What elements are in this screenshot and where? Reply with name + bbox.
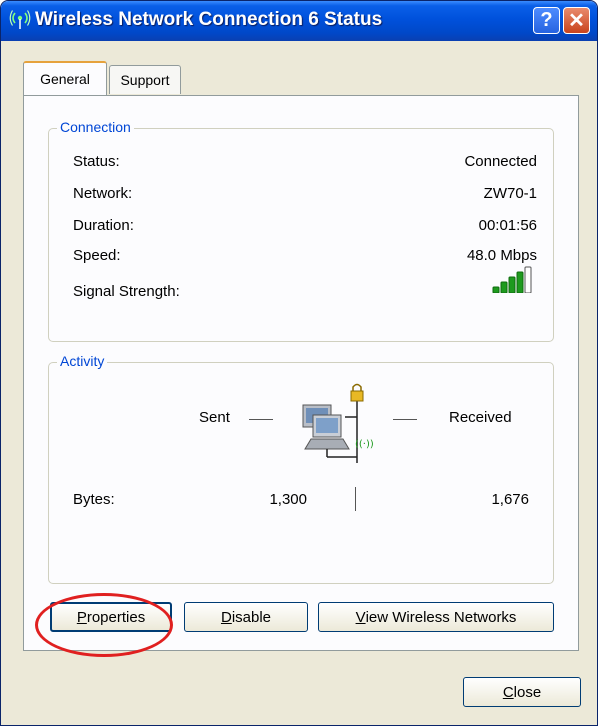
duration-label: Duration:: [73, 217, 134, 234]
disable-mnemonic: D: [220, 608, 232, 626]
signal-bar: [500, 281, 508, 293]
computers-network-icon: ((·)): [302, 383, 374, 463]
activity-group: Activity Sent ((·)) Received Bytes: 1,30…: [48, 353, 554, 584]
disable-button[interactable]: Disable: [184, 602, 308, 632]
title-bar[interactable]: Wireless Network Connection 6 Status ? ✕: [1, 1, 597, 41]
status-label: Status:: [73, 153, 120, 170]
close-mnemonic: C: [502, 683, 514, 701]
view-networks-label: iew Wireless Networks: [365, 608, 517, 626]
received-label: Received: [449, 409, 512, 426]
tab-support[interactable]: Support: [109, 65, 181, 94]
status-value: Connected: [464, 153, 537, 170]
speed-label: Speed:: [73, 247, 121, 264]
connection-group-title: Connection: [57, 119, 134, 135]
svg-text:((·)): ((·)): [355, 439, 374, 450]
window-title: Wireless Network Connection 6 Status: [35, 9, 383, 30]
network-label: Network:: [73, 185, 133, 202]
status-window: Wireless Network Connection 6 Status ? ✕…: [0, 0, 598, 726]
signal-bar: [492, 286, 500, 293]
speed-value: 48.0 Mbps: [466, 247, 537, 264]
signal-bar: [516, 271, 524, 293]
network-value: ZW70-1: [483, 185, 537, 202]
activity-group-title: Activity: [57, 353, 108, 369]
bytes-label: Bytes:: [73, 491, 115, 508]
signal-strength-label: Signal Strength:: [73, 283, 180, 300]
bytes-received-value: 1,676: [491, 491, 529, 508]
help-button[interactable]: ?: [533, 7, 560, 34]
disable-label: isable: [231, 608, 272, 626]
bytes-divider: [355, 487, 356, 511]
connection-group: Connection Status: Connected Network: ZW…: [48, 119, 554, 342]
general-tab-panel: Connection Status: Connected Network: ZW…: [23, 95, 579, 651]
close-button[interactable]: Close: [463, 677, 581, 707]
close-window-button[interactable]: ✕: [563, 7, 590, 34]
wireless-icon: [9, 10, 31, 29]
tab-general[interactable]: General: [23, 61, 107, 95]
sent-label: Sent: [199, 409, 230, 426]
signal-bar: [524, 266, 532, 293]
lock-icon: [350, 383, 364, 402]
help-icon: ?: [540, 9, 553, 31]
received-line: [393, 419, 417, 420]
sent-line: [249, 419, 273, 420]
bytes-sent-value: 1,300: [269, 491, 307, 508]
duration-value: 00:01:56: [478, 217, 537, 234]
close-label: lose: [513, 683, 542, 701]
signal-strength-icon: [492, 266, 532, 293]
close-icon: ✕: [568, 10, 585, 32]
view-wireless-networks-button[interactable]: View Wireless Networks: [318, 602, 554, 632]
highlight-oval: [35, 593, 173, 657]
view-networks-mnemonic: V: [355, 608, 366, 626]
signal-bar: [508, 276, 516, 293]
